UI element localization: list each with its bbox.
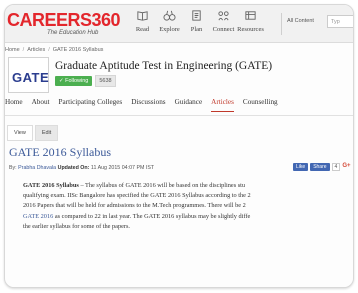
body-line: the earlier syllabus for some of the pap… (23, 222, 131, 230)
connect-icon (218, 11, 229, 21)
gate-logo: GATE (8, 57, 49, 93)
breadcrumb: Home / Articles / GATE 2016 Syllabus (5, 47, 103, 53)
nav-resources[interactable]: Resources (237, 8, 264, 42)
body-line: GATE 2016 as compared to 22 in last year… (23, 212, 353, 222)
by-prefix: By: (9, 165, 17, 171)
tab-about[interactable]: About (32, 98, 50, 112)
tab-counselling[interactable]: Counselling (243, 98, 278, 112)
nav-read-label: Read (135, 26, 150, 33)
nav-explore-label: Explore (159, 26, 180, 33)
body-line: qualifying exam. IISc Bangalore has spec… (23, 192, 251, 200)
nav-explore[interactable]: Explore (156, 8, 183, 42)
gate-2016-link[interactable]: GATE 2016 (23, 213, 53, 220)
gate-logo-text: GATE (12, 70, 50, 85)
facebook-like-button[interactable]: Like (293, 163, 309, 171)
following-button[interactable]: ✓ Following (55, 76, 93, 86)
exam-title: Graduate Aptitude Test in Engineering (G… (55, 60, 273, 72)
header-divider (281, 13, 282, 35)
body-lead: GATE 2016 Syllabus (23, 182, 79, 189)
nav-plan[interactable]: Plan (183, 8, 210, 42)
breadcrumb-separator: / (22, 47, 25, 53)
site-header: CAREERS360 The Education Hub Read Explor… (5, 5, 353, 43)
body-line-text: – The syllabus of GATE 2016 will be base… (78, 182, 246, 189)
all-content-dropdown[interactable]: All Content (287, 18, 314, 24)
view-edit-tabs: View Edit (7, 125, 59, 141)
tab-participating-colleges[interactable]: Participating Colleges (59, 98, 123, 112)
nav-connect[interactable]: Connect (210, 8, 237, 42)
tab-discussions[interactable]: Discussions (131, 98, 165, 112)
breadcrumb-articles[interactable]: Articles (27, 47, 45, 53)
exam-tab-nav: Home About Participating Colleges Discus… (5, 98, 287, 112)
body-line: GATE 2016 Syllabus – The syllabus of GAT… (23, 181, 353, 191)
body-line-text: as compared to 22 in last year. The GATE… (53, 212, 251, 220)
author-link[interactable]: Prabha Dhavala (18, 165, 56, 171)
view-tab[interactable]: View (7, 125, 33, 141)
book-icon (137, 11, 148, 21)
tab-home[interactable]: Home (5, 98, 23, 112)
updated-date: 11 Aug 2015 04:07 PM IST (90, 165, 155, 171)
tab-guidance[interactable]: Guidance (175, 98, 203, 112)
browser-frame: CAREERS360 The Education Hub Read Explor… (4, 4, 354, 288)
tab-divider (5, 115, 353, 116)
article-body: GATE 2016 Syllabus – The syllabus of GAT… (23, 181, 353, 232)
follow-row: ✓ Following 5638 (55, 75, 116, 87)
breadcrumb-separator: / (48, 47, 50, 53)
binoculars-icon (163, 10, 176, 21)
follower-count: 5638 (95, 75, 116, 87)
body-line: 2016 Papers that will be held for admiss… (23, 202, 246, 210)
careers360-logo[interactable]: CAREERS360 The Education Hub (7, 11, 125, 41)
search-input[interactable]: Typ (327, 15, 353, 28)
tab-articles[interactable]: Articles (211, 98, 234, 112)
article-title: GATE 2016 Syllabus (9, 145, 111, 159)
nav-resources-label: Resources (237, 26, 264, 33)
logo-text: CAREERS360 (7, 10, 121, 30)
main-nav: Read Explore Plan Connect Resources (129, 8, 264, 42)
plan-icon (192, 10, 201, 21)
updated-label: Updated On: (57, 165, 90, 171)
share-buttons: Like Share 4 G+ (293, 163, 350, 171)
share-count: 4 (331, 163, 341, 171)
breadcrumb-current: GATE 2016 Syllabus (52, 47, 104, 53)
nav-read[interactable]: Read (129, 8, 156, 42)
bottom-fade (5, 257, 353, 287)
nav-plan-label: Plan (190, 26, 203, 33)
nav-connect-label: Connect (212, 26, 235, 33)
breadcrumb-home[interactable]: Home (5, 47, 20, 53)
resources-icon (245, 11, 256, 20)
article-byline: By: Prabha Dhavala Updated On: 11 Aug 20… (9, 165, 154, 171)
facebook-share-button[interactable]: Share (310, 163, 330, 171)
edit-tab[interactable]: Edit (34, 125, 59, 141)
google-plus-icon[interactable]: G+ (342, 163, 350, 171)
logo-tagline: The Education Hub (47, 30, 99, 36)
